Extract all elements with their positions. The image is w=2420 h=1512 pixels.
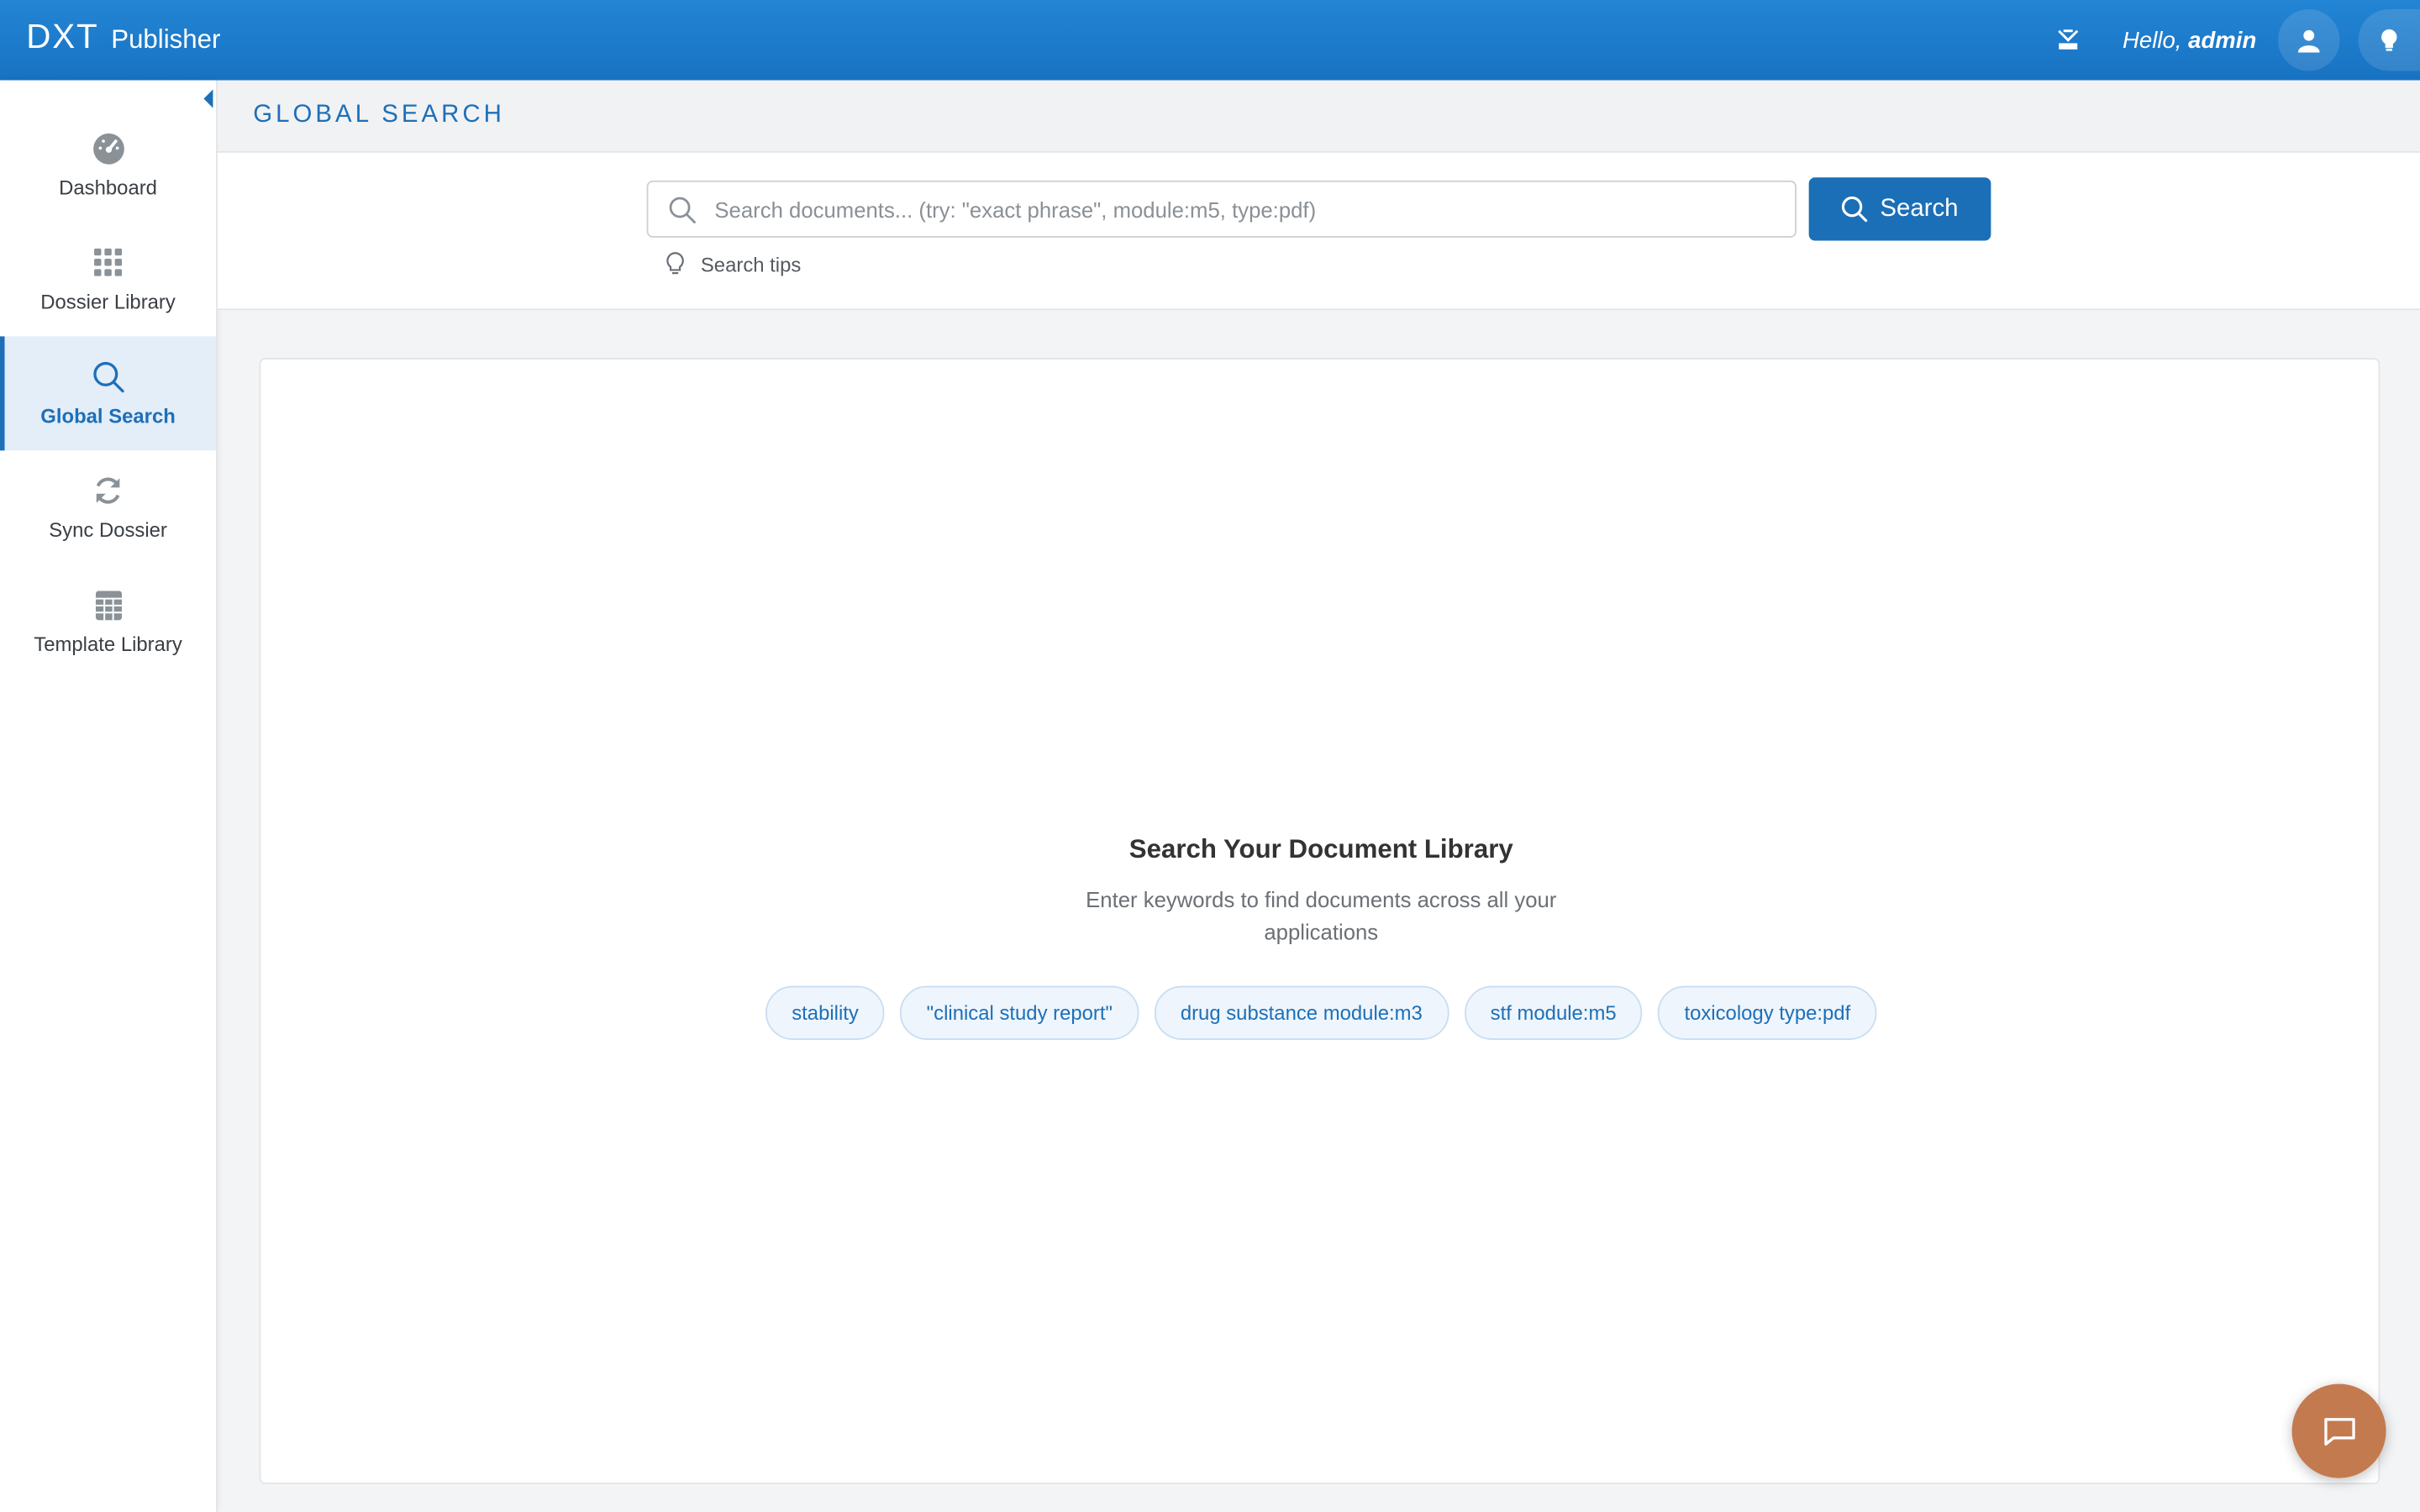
grid-icon [91,245,124,279]
page-header: GLOBAL SEARCH [217,80,2420,153]
lightbulb-icon [666,251,687,276]
search-box[interactable] [646,180,1797,238]
tips-button[interactable] [2358,9,2420,71]
suggestion-chip[interactable]: drug substance module:m3 [1154,985,1449,1040]
search-panel: Search Search tips [217,152,2420,311]
search-icon [91,360,124,393]
greeting-text: Hello, [2123,27,2182,54]
sidebar-item-label: Template Library [34,633,182,656]
top-bar-right: Hello, admin [2052,0,2420,81]
search-icon [668,195,696,223]
sidebar-item-dashboard[interactable]: Dashboard [0,108,216,223]
sidebar-item-template-library[interactable]: Template Library [0,564,216,679]
sidebar-item-label: Sync Dossier [49,518,167,542]
page-title: GLOBAL SEARCH [253,102,505,129]
sidebar-item-global-search[interactable]: Global Search [0,336,217,451]
logo-text: Publisher [111,24,221,55]
suggestion-chip[interactable]: stf module:m5 [1464,985,1643,1040]
caret-left-icon [203,89,213,108]
suggestion-chip[interactable]: stability [765,985,886,1040]
app-logo[interactable]: DXT Publisher [26,17,220,57]
sidebar-nav: Dashboard Dossier Library Global Search … [0,108,217,680]
chat-bubble-icon [2323,1417,2354,1445]
sidebar: Dashboard Dossier Library Global Search … [0,80,218,1512]
search-tips-label: Search tips [700,252,802,276]
table-icon [91,588,124,622]
greeting: Hello, admin [2123,27,2256,53]
sync-icon [91,474,124,507]
search-input[interactable] [714,197,1796,222]
notifications-icon[interactable] [2052,24,2086,57]
collapse-sidebar-button[interactable] [203,88,215,108]
dashboard-gauge-icon [91,131,124,165]
user-icon [2297,29,2320,52]
sidebar-item-sync-dossier[interactable]: Sync Dossier [0,450,216,564]
suggestion-chip[interactable]: toxicology type:pdf [1658,985,1877,1040]
results-panel: Search Your Document Library Enter keywo… [259,358,2381,1484]
chat-button[interactable] [2291,1383,2386,1478]
lightbulb-icon [2381,29,2397,51]
empty-state: Search Your Document Library Enter keywo… [260,835,2381,1040]
search-button[interactable]: Search [1808,177,1991,241]
search-button-label: Search [1880,195,1959,222]
app-root: DXT Publisher Hello, admin Dashboard Dos… [0,0,2420,1512]
logo-mark: DXT [26,17,99,56]
top-bar: DXT Publisher Hello, admin [0,0,2420,81]
suggestion-chip[interactable]: "clinical study report" [900,985,1139,1040]
sidebar-item-dossier-library[interactable]: Dossier Library [0,222,216,336]
search-icon [1841,196,1868,223]
sidebar-item-label: Dossier Library [40,290,176,313]
empty-state-description: Enter keywords to find documents across … [1086,887,1557,945]
empty-state-title: Search Your Document Library [1128,834,1513,864]
user-menu-button[interactable] [2278,9,2340,71]
sidebar-item-label: Global Search [40,404,176,428]
sidebar-item-label: Dashboard [59,176,157,199]
username: admin [2188,27,2257,54]
search-tips-link[interactable]: Search tips [666,251,802,276]
suggestion-chips: stability "clinical study report" drug s… [260,985,2381,1040]
